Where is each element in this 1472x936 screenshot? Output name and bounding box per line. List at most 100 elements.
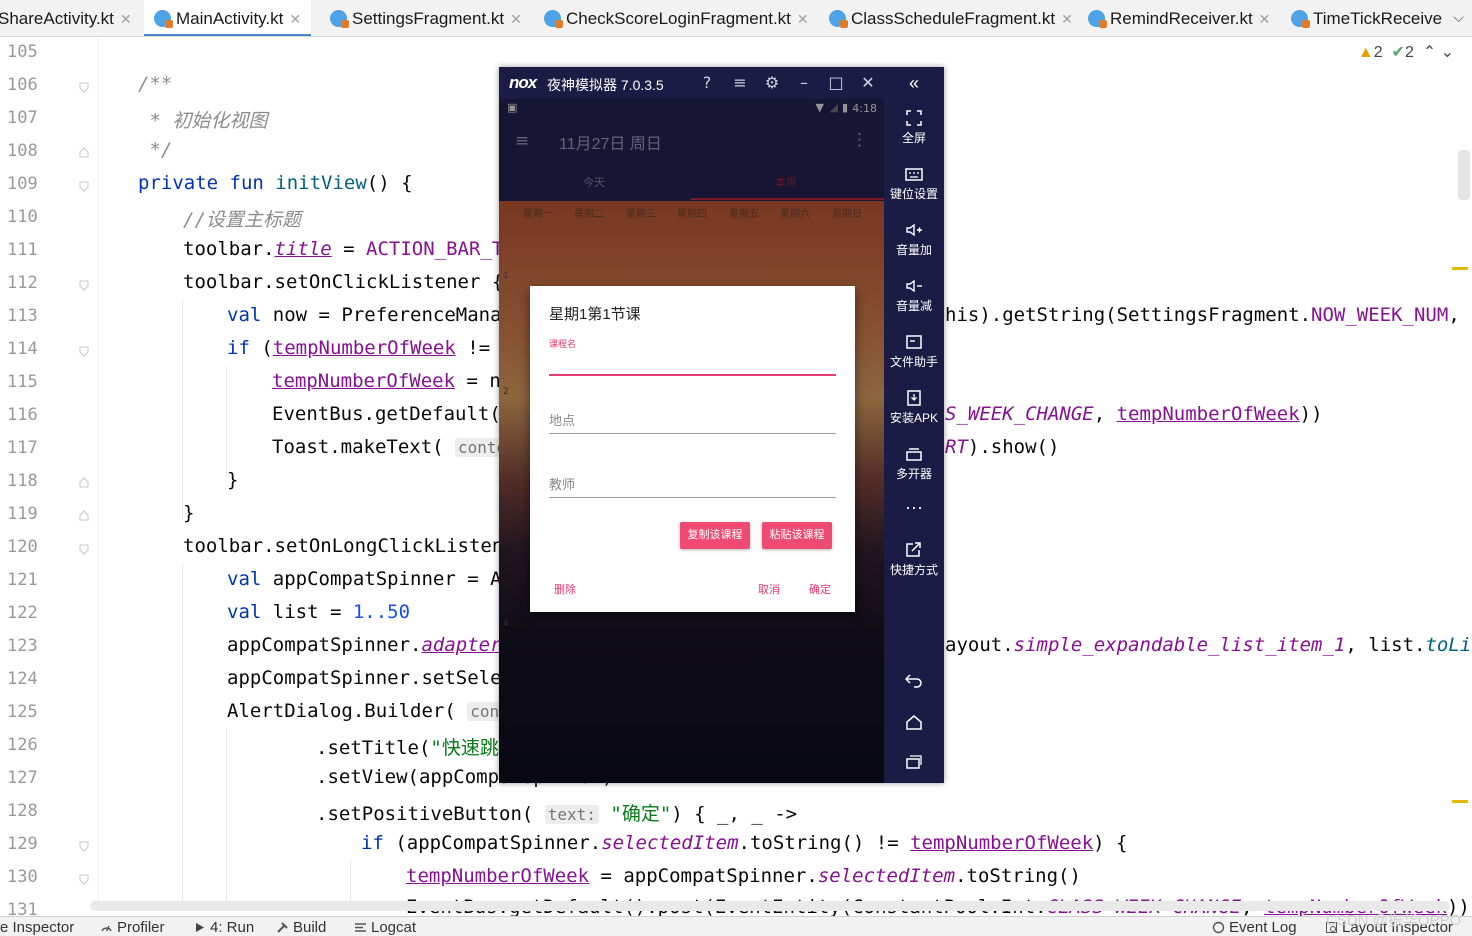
code-line: private fun initView() { — [138, 172, 413, 194]
code-line: if (tempNumberOfWeek != n — [227, 337, 514, 359]
location-input[interactable]: 地点 — [549, 410, 836, 434]
help-icon[interactable]: ? — [697, 73, 717, 92]
keymap-button[interactable]: 键位设置 — [884, 165, 944, 202]
line-number: 110 — [7, 207, 38, 227]
inspection-widget[interactable]: ▲2 ✔2 ⌃ ⌄ — [1358, 42, 1454, 62]
emulator-title-bar[interactable]: nox 夜神模拟器 7.0.3.5 ? ≡ ⚙ – □ ✕ — [499, 67, 884, 99]
close-icon[interactable]: ✕ — [1061, 11, 1073, 27]
tool-profiler[interactable]: Profiler — [100, 919, 165, 936]
fold-icon[interactable] — [78, 345, 90, 357]
fold-end-icon[interactable] — [78, 510, 90, 522]
code-line: val list = 1..50 — [227, 601, 411, 623]
close-icon[interactable]: ✕ — [289, 11, 301, 27]
kotlin-file-icon — [1088, 10, 1107, 28]
tool-event-log[interactable]: Event Log — [1212, 919, 1297, 936]
fold-icon[interactable] — [78, 180, 90, 192]
line-number: 126 — [7, 735, 38, 755]
file-helper-button[interactable]: 文件助手 — [884, 333, 944, 370]
tab-class-schedule-fragment[interactable]: ClassScheduleFragment.kt ✕ — [829, 0, 1073, 36]
fold-icon[interactable] — [78, 81, 90, 93]
emulator-screen[interactable]: ▣ ▼ ◢ ▮ 4:18 ≡ 11月27日 周日 ⋮ 今天 本周 星期一 星期二… — [499, 99, 884, 783]
sidebar-label: 多开器 — [895, 467, 932, 481]
code-line: tempNumberOfWeek = appCompatSpinner.sele… — [406, 865, 1081, 887]
fold-icon[interactable] — [78, 543, 90, 555]
teacher-input[interactable]: 教师 — [549, 474, 836, 498]
horizontal-scrollbar[interactable] — [90, 901, 1450, 911]
tab-settings-fragment[interactable]: SettingsFragment.kt ✕ — [330, 0, 522, 36]
scroll-marker[interactable] — [1452, 267, 1468, 270]
menu-icon[interactable]: ≡ — [730, 73, 750, 92]
line-number: 118 — [7, 471, 38, 491]
line-number: 112 — [7, 273, 38, 293]
code-line: appCompatSpinner.setSele — [227, 667, 502, 689]
shortcut-icon — [906, 542, 921, 557]
tab-main-activity[interactable]: MainActivity.kt ✕ — [144, 0, 312, 36]
copy-course-button[interactable]: 复制该课程 — [680, 522, 750, 549]
recent-apps-icon[interactable] — [884, 753, 944, 773]
indent-guide — [226, 366, 227, 476]
course-name-label: 课程名 — [549, 339, 577, 349]
indent-guide — [182, 564, 183, 904]
line-number: 106 — [7, 75, 38, 95]
scroll-marker[interactable] — [1452, 800, 1468, 803]
tool-window-bar: e Inspector Profiler 4: Run Build Logcat… — [0, 912, 1472, 936]
fold-icon[interactable] — [78, 873, 90, 885]
gutter-divider — [98, 37, 99, 901]
close-icon[interactable]: ✕ — [120, 11, 132, 27]
tool-inspector[interactable]: e Inspector — [0, 919, 74, 936]
vertical-scrollbar[interactable] — [1458, 150, 1470, 200]
line-number: 129 — [7, 834, 38, 854]
multi-instance-button[interactable]: 多开器 — [884, 445, 944, 482]
back-icon[interactable] — [884, 671, 944, 691]
line-number: 108 — [7, 141, 38, 161]
warning-count: 2 — [1373, 44, 1383, 61]
paste-course-button[interactable]: 粘贴该课程 — [762, 522, 832, 549]
tool-build[interactable]: Build — [276, 919, 326, 936]
parameter-hint: text: — [544, 805, 599, 824]
cancel-button[interactable]: 取消 — [758, 581, 780, 597]
tab-share-activity[interactable]: ShareActivity.kt ✕ — [0, 0, 132, 36]
close-icon[interactable]: ✕ — [797, 11, 809, 27]
fold-end-icon[interactable] — [78, 147, 90, 159]
chevron-down-icon[interactable]: ⌄ — [1441, 44, 1454, 61]
maximize-icon[interactable]: □ — [826, 73, 846, 92]
line-number: 127 — [7, 768, 38, 788]
tab-remind-receiver[interactable]: RemindReceiver.kt ✕ — [1088, 0, 1271, 36]
close-icon[interactable]: ✕ — [1259, 11, 1271, 27]
dialog-title: 星期1第1节课 — [549, 306, 641, 323]
line-number: 115 — [7, 372, 38, 392]
fold-icon[interactable] — [78, 840, 90, 852]
nox-emulator-window[interactable]: nox 夜神模拟器 7.0.3.5 ? ≡ ⚙ – □ ✕ ▣ ▼ ◢ ▮ 4:… — [499, 67, 944, 783]
indent-guide — [350, 860, 351, 904]
tab-check-score-login-fragment[interactable]: CheckScoreLoginFragment.kt ✕ — [544, 0, 809, 36]
collapse-icon[interactable]: « — [884, 73, 944, 94]
tool-run[interactable]: 4: Run — [193, 919, 254, 936]
tab-time-tick-receiver[interactable]: TimeTickReceive — [1291, 0, 1442, 36]
gear-icon[interactable]: ⚙ — [762, 73, 782, 92]
code-line: AlertDialog.Builder( conte — [227, 700, 522, 722]
tab-label: SettingsFragment.kt — [352, 9, 505, 28]
close-icon[interactable]: ✕ — [858, 73, 878, 92]
close-icon[interactable]: ✕ — [510, 11, 522, 27]
volume-down-button[interactable]: 音量减 — [884, 277, 944, 314]
code-line: his).getString(SettingsFragment.NOW_WEEK… — [945, 304, 1460, 326]
fullscreen-button[interactable]: 全屏 — [884, 109, 944, 146]
chevron-down-icon[interactable]: ⌵ — [1453, 0, 1464, 36]
minimize-icon[interactable]: – — [794, 73, 814, 92]
shortcut-button[interactable]: 快捷方式 — [884, 541, 944, 578]
code-line: ayout.simple_expandable_list_item_1, lis… — [945, 634, 1472, 656]
course-name-input[interactable] — [549, 374, 836, 376]
tool-logcat[interactable]: Logcat — [354, 919, 416, 936]
line-number: 116 — [7, 405, 38, 425]
fold-icon[interactable] — [78, 279, 90, 291]
folder-icon — [906, 335, 922, 349]
home-icon[interactable] — [884, 713, 944, 733]
install-apk-button[interactable]: 安装APK — [884, 389, 944, 426]
more-horiz-icon[interactable]: ··· — [884, 497, 944, 518]
fold-end-icon[interactable] — [78, 477, 90, 489]
fullscreen-icon — [906, 110, 922, 126]
chevron-up-icon[interactable]: ⌃ — [1423, 44, 1436, 61]
confirm-button[interactable]: 确定 — [809, 581, 831, 597]
volume-up-button[interactable]: 音量加 — [884, 221, 944, 258]
delete-button[interactable]: 删除 — [554, 581, 576, 597]
